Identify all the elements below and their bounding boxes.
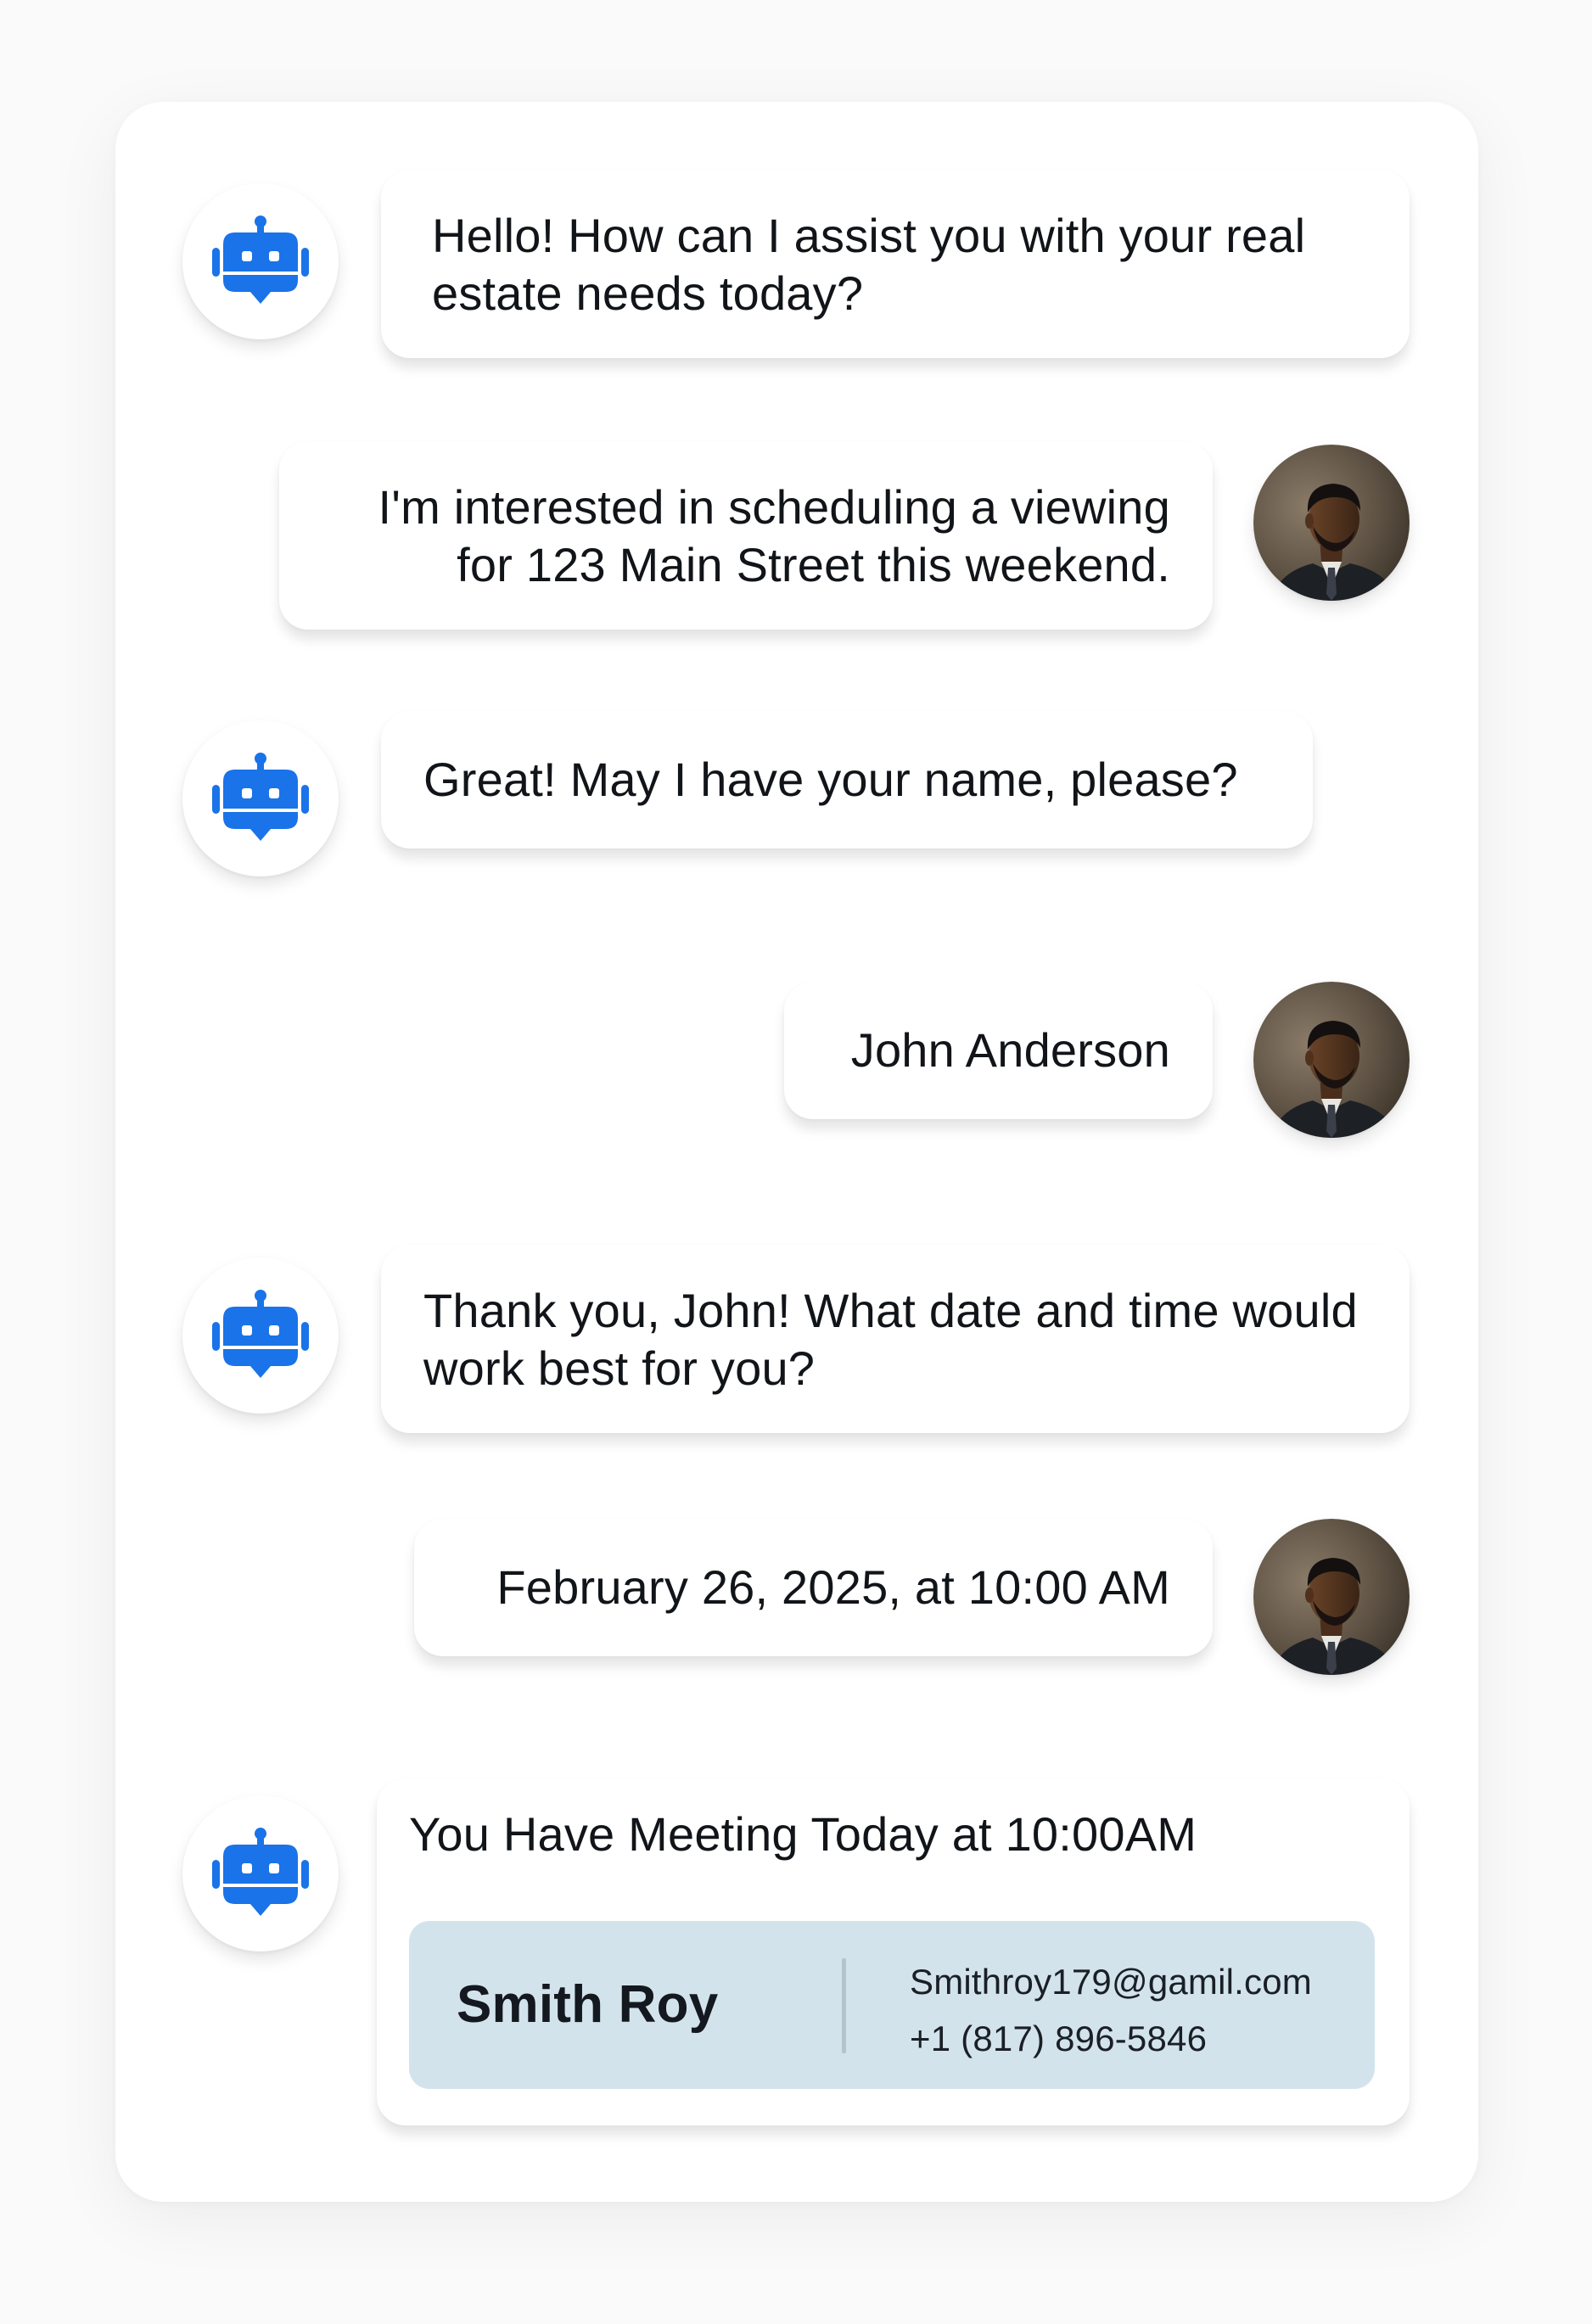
contact-email[interactable]: Smithroy179@gamil.com xyxy=(910,1960,1312,2004)
chat-card: Hello! How can I assist you with your re… xyxy=(115,102,1478,2202)
divider xyxy=(842,1958,846,2053)
user-avatar xyxy=(1253,1519,1410,1675)
bot-message: Thank you, John! What date and time woul… xyxy=(381,1245,1410,1433)
message-text: Great! May I have your name, please? xyxy=(423,753,1238,806)
user-avatar xyxy=(1253,445,1410,601)
message-text: Hello! How can I assist you with your re… xyxy=(432,209,1306,320)
bot-avatar xyxy=(182,1257,339,1414)
message-text: John Anderson xyxy=(850,1023,1170,1077)
robot-icon xyxy=(210,1823,311,1924)
user-message: February 26, 2025, at 10:00 AM xyxy=(414,1519,1213,1656)
contact-phone[interactable]: +1 (817) 896-5846 xyxy=(910,2017,1207,2061)
user-message: I'm interested in scheduling a viewing f… xyxy=(279,441,1213,630)
bot-message: Hello! How can I assist you with your re… xyxy=(381,170,1410,358)
contact-card[interactable]: Smith Roy Smithroy179@gamil.com +1 (817)… xyxy=(409,1921,1375,2089)
robot-icon xyxy=(210,210,311,312)
contact-name: Smith Roy xyxy=(457,1975,719,2034)
meeting-title: You Have Meeting Today at 10:00AM xyxy=(409,1807,1197,1861)
user-photo xyxy=(1253,1519,1410,1675)
user-photo xyxy=(1253,982,1410,1138)
bot-avatar xyxy=(182,720,339,876)
user-photo xyxy=(1253,445,1410,601)
message-text: I'm interested in scheduling a viewing f… xyxy=(378,480,1170,591)
robot-icon xyxy=(210,1285,311,1386)
user-message: John Anderson xyxy=(784,982,1213,1119)
message-text: February 26, 2025, at 10:00 AM xyxy=(496,1560,1170,1614)
bot-message: Great! May I have your name, please? xyxy=(381,711,1313,848)
bot-avatar xyxy=(182,183,339,339)
meeting-message: You Have Meeting Today at 10:00AM Smith … xyxy=(377,1778,1410,2125)
robot-icon xyxy=(210,748,311,849)
bot-avatar xyxy=(182,1795,339,1952)
message-text: Thank you, John! What date and time woul… xyxy=(423,1284,1358,1395)
user-avatar xyxy=(1253,982,1410,1138)
